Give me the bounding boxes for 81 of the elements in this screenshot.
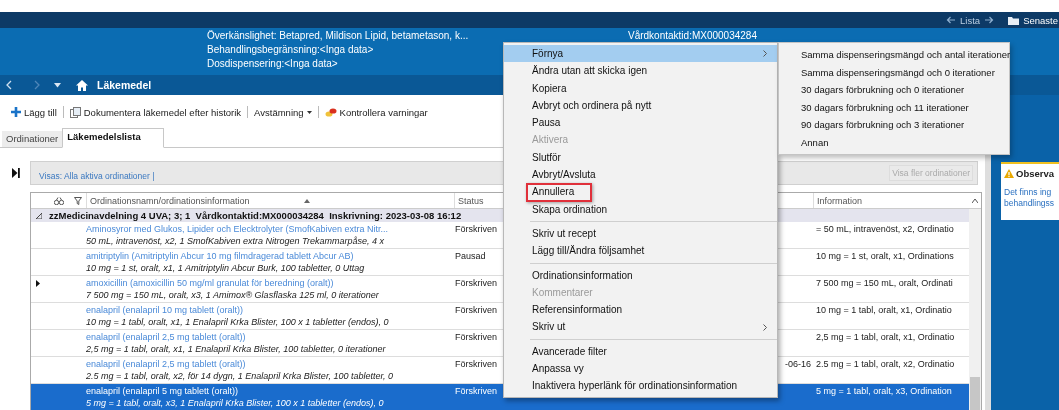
status-cell: Förskriven: [455, 359, 497, 369]
menu-item[interactable]: Ändra utan att skicka igen: [504, 62, 777, 80]
status-cell: Förskriven: [455, 386, 497, 396]
submenu-item[interactable]: Annan: [779, 133, 1009, 151]
status-cell: Förskriven: [455, 332, 497, 342]
information-cell: 7 500 mg = 150 mL, oralt, Ordinati: [816, 278, 953, 288]
menu-item[interactable]: Referensinformation: [504, 301, 777, 319]
tab[interactable]: Läkemedelslista: [62, 128, 164, 148]
information-cell: 10 mg = 1 tabl, oralt, x1, Ordinatio: [816, 305, 952, 315]
information-cell: 2.5 mg = 1 tabl, oralt, x2, Ordinatio: [816, 359, 955, 369]
menu-item[interactable]: Slutför: [504, 148, 777, 167]
order-name-link[interactable]: amoxicillin (amoxicillin 50 mg/ml granulat för beredning (oralt)): [86, 278, 334, 288]
observation-text: Det finns ing behandlingss: [1004, 187, 1056, 209]
expanded-triangle-icon[interactable]: [36, 212, 42, 219]
information-cell: = 50 mL, intravenöst, x2, Ordinatio: [816, 224, 954, 234]
table-cell: -06-16: [785, 359, 811, 369]
menu-item[interactable]: Annullera: [504, 183, 777, 201]
add-button[interactable]: Lägg till: [9, 104, 59, 120]
status-cell: Förskriven: [455, 224, 497, 234]
status-cell: Pausad: [455, 251, 486, 261]
filter-label: Visas: Alla aktiva ordinationer |: [39, 171, 155, 181]
document-button[interactable]: Dokumentera läkemedel efter historik: [67, 104, 244, 120]
back-chevron-icon[interactable]: [6, 80, 12, 90]
forward-arrow-icon[interactable]: [984, 16, 995, 24]
submenu-item[interactable]: 90 dagars förbrukning och 3 iterationer: [779, 116, 1009, 134]
patient-info-line: Överkänslighet: Betapred, Mildison Lipid, betametason, k...: [207, 29, 469, 43]
status-cell: Förskriven: [455, 278, 497, 288]
order-detail: 5 mg = 1 tabl, oralt, x3, 1 Enalapril Krka Blister, 100 x 1 tabletter (endos), 0: [86, 397, 385, 409]
back-arrow-icon[interactable]: [946, 16, 957, 24]
order-name-link[interactable]: amitriptylin (Amitriptylin Abcur 10 mg filmdragerad tablett Abcur AB): [86, 251, 354, 261]
submenu-item[interactable]: Samma dispenseringsmängd och antal iterationer: [779, 46, 1009, 64]
binoculars-icon[interactable]: [54, 196, 64, 205]
folder-icon[interactable]: [1008, 15, 1020, 25]
menu-item[interactable]: Pausa: [504, 114, 777, 132]
order-name-link[interactable]: enalapril (enalapril 5 mg tablett (oralt)): [86, 386, 239, 396]
menu-item[interactable]: Skriv ut recept: [504, 224, 777, 243]
column-header[interactable]: Information: [817, 195, 863, 206]
order-detail: 50 mL, intravenöst, x2, 1 SmofKabiven extra Nitrogen Trekammarpåse, 4 x: [86, 235, 385, 247]
order-name-link[interactable]: enalapril (enalapril 2,5 mg tablett (oralt)): [86, 332, 246, 342]
submenu-item[interactable]: 30 dagars förbrukning och 0 iterationer: [779, 81, 1009, 99]
warning-pills-icon: [324, 106, 337, 118]
scroll-up-icon[interactable]: [972, 198, 978, 203]
recent-label: Senaste: [1023, 14, 1058, 26]
order-detail: 2.5 mg = 1 tabl, oralt, x2, för 14 dygn, 1 Enalapril Krka Blister, 100 tabletter, 0: [86, 370, 394, 382]
warning-icon: [1004, 169, 1014, 178]
column-header[interactable]: Status: [458, 195, 484, 206]
order-detail: 2,5 mg = 1 tabl, oralt, x1, 1 Enalapril Krka Blister, 100 tabletter, 0 iterationer: [86, 343, 387, 355]
observation-title: Observa: [1016, 168, 1055, 179]
contact-id-label: Vårdkontaktid:MX000034284: [628, 30, 757, 41]
menu-item[interactable]: Kopiera: [504, 79, 777, 97]
page-title: Läkemedel: [97, 79, 152, 91]
home-icon[interactable]: [76, 79, 88, 91]
caret-icon[interactable]: [54, 82, 61, 88]
patient-info-line: Behandlingsbegränsning:<Inga data>: [207, 43, 374, 57]
order-detail: 10 mg = 1 tabl, oralt, x1, 1 Enalapril Krka Blister, 100 x 1 tabletter (endos), 0: [86, 316, 390, 328]
history-label: Lista: [960, 14, 981, 26]
menu-item[interactable]: Anpassa vy: [504, 360, 777, 378]
document-stack-icon: [69, 106, 81, 118]
reconcile-dropdown[interactable]: Avstämning: [252, 104, 314, 120]
order-name-link[interactable]: enalapril (enalapril 10 mg tablett (oralt)): [86, 305, 244, 315]
menu-item[interactable]: Avbryt/Avsluta: [504, 166, 777, 184]
check-warnings-button[interactable]: Kontrollera varningar: [322, 104, 430, 120]
filter-funnel-icon[interactable]: [73, 196, 82, 205]
order-name-link[interactable]: Aminosyror med Glukos, Lipider och Elecktrolyter (SmofKabiven extra Nitr...: [86, 224, 389, 234]
information-cell: 5 mg = 1 tabl, oralt, x3, Ordination: [816, 386, 952, 396]
menu-item[interactable]: Förnya: [504, 45, 777, 63]
plus-icon: [11, 106, 21, 118]
information-cell: 10 mg = 1 st, oralt, x1, Ordinations: [816, 251, 954, 261]
column-header[interactable]: Ordinationsnamn/ordinationsinformation: [90, 195, 310, 206]
status-cell: Förskriven: [455, 305, 497, 315]
submenu-item[interactable]: 30 dagars förbrukning och 11 iterationer: [779, 98, 1009, 116]
skip-to-end-icon[interactable]: [12, 168, 20, 178]
information-cell: 2,5 mg = 1 tabl, oralt, x1, Ordinatio: [816, 332, 955, 342]
submenu-item[interactable]: Samma dispenseringsmängd och 0 iterationer: [779, 63, 1009, 81]
caret-icon: [306, 110, 312, 114]
menu-item[interactable]: Avbryt och ordinera på nytt: [504, 96, 777, 115]
order-detail: 10 mg = 1 st, oralt, x1, 1 Amitriptylin Abcur Burk, 100 tabletter, 0 Uttag: [86, 262, 366, 274]
tab[interactable]: Ordinationer: [2, 131, 63, 147]
order-name-link[interactable]: enalapril (enalapril 2,5 mg tablett (oralt)): [86, 359, 246, 369]
order-detail: 7 500 mg = 150 mL, oralt, x3, 1 Amimox® Glasflaska 125 ml, 0 iterationer: [86, 289, 380, 301]
patient-info-line: Dosdispensering:<Inga data>: [207, 57, 338, 71]
